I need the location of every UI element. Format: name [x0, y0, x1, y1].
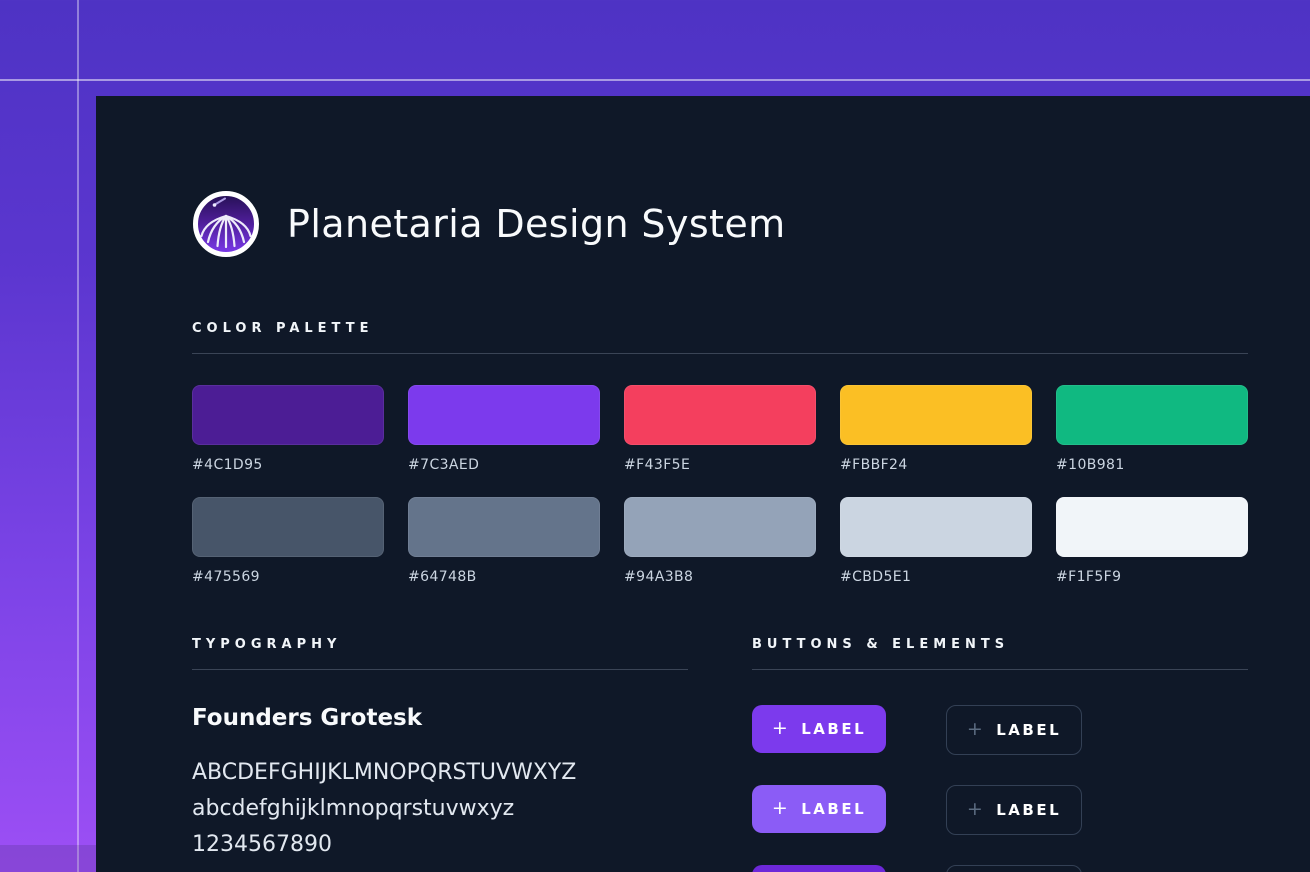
- button-label: LABEL: [996, 721, 1061, 739]
- color-palette-heading: COLOR PALETTE: [192, 321, 1248, 336]
- swatch-grid: #4C1D95 #7C3AED #F43F5E #FBBF24 #10B981 #4755…: [192, 385, 1248, 585]
- filled-label-button[interactable]: + LABEL: [752, 785, 886, 833]
- color-swatch-cell: #10B981: [1056, 385, 1248, 473]
- color-swatch-hex-label: #F43F5E: [624, 457, 816, 473]
- color-swatch[interactable]: [840, 385, 1032, 445]
- palette-divider: [192, 353, 1248, 354]
- plus-icon: +: [772, 719, 790, 738]
- color-swatch-cell: #475569: [192, 497, 384, 585]
- brand-header: Planetaria Design System: [192, 190, 1248, 258]
- color-swatch-hex-label: #4C1D95: [192, 457, 384, 473]
- color-swatch[interactable]: [624, 385, 816, 445]
- filled-label-button[interactable]: +LABEL: [752, 865, 886, 872]
- color-swatch-cell: #F1F5F9: [1056, 497, 1248, 585]
- button-label: LABEL: [801, 800, 866, 818]
- color-swatch-cell: #64748B: [408, 497, 600, 585]
- specimen-uppercase: ABCDEFGHIJKLMNOPQRSTUVWXYZ: [192, 755, 752, 791]
- typography-heading: TYPOGRAPHY: [192, 637, 752, 652]
- design-system-panel: Planetaria Design System COLOR PALETTE #…: [96, 96, 1310, 872]
- specimen-digits: 1234567890: [192, 827, 752, 863]
- page-title: Planetaria Design System: [287, 202, 786, 246]
- buttons-heading: BUTTONS & ELEMENTS: [752, 637, 1248, 652]
- color-swatch[interactable]: [192, 385, 384, 445]
- buttons-divider: [752, 669, 1248, 670]
- color-swatch-hex-label: #7C3AED: [408, 457, 600, 473]
- planetaria-logo-icon: [192, 190, 260, 258]
- color-swatch[interactable]: [408, 385, 600, 445]
- color-swatch[interactable]: [408, 497, 600, 557]
- color-swatch[interactable]: [1056, 385, 1248, 445]
- color-swatch-cell: #4C1D95: [192, 385, 384, 473]
- color-swatch-hex-label: #FBBF24: [840, 457, 1032, 473]
- outline-label-button[interactable]: + LABEL: [946, 705, 1082, 755]
- color-swatch-cell: #CBD5E1: [840, 497, 1032, 585]
- color-swatch-cell: #94A3B8: [624, 497, 816, 585]
- horizontal-guide-line: [0, 79, 1310, 81]
- backdrop-band: [0, 845, 96, 872]
- color-swatch[interactable]: [624, 497, 816, 557]
- plus-icon: +: [772, 799, 790, 818]
- plus-icon: +: [967, 720, 985, 739]
- color-swatch[interactable]: [1056, 497, 1248, 557]
- plus-icon: +: [967, 800, 985, 819]
- color-swatch-hex-label: #10B981: [1056, 457, 1248, 473]
- outline-label-button[interactable]: +LABEL: [946, 865, 1082, 872]
- color-swatch-cell: #F43F5E: [624, 385, 816, 473]
- color-swatch-hex-label: #CBD5E1: [840, 569, 1032, 585]
- color-swatch[interactable]: [840, 497, 1032, 557]
- outline-label-button[interactable]: + LABEL: [946, 785, 1082, 835]
- button-label: LABEL: [996, 801, 1061, 819]
- typography-divider: [192, 669, 688, 670]
- color-swatch-hex-label: #F1F5F9: [1056, 569, 1248, 585]
- font-name: Founders Grotesk: [192, 705, 752, 731]
- buttons-section: BUTTONS & ELEMENTS + LABEL + LABEL + LABEL + LA…: [752, 637, 1248, 872]
- color-swatch-hex-label: #94A3B8: [624, 569, 816, 585]
- vertical-guide-line: [77, 0, 79, 872]
- button-label: LABEL: [801, 720, 866, 738]
- button-grid: +LABEL+LABEL+LABEL+LABEL+LABEL+LABEL: [752, 705, 1248, 872]
- color-swatch-hex-label: #475569: [192, 569, 384, 585]
- typography-section: TYPOGRAPHY Founders Grotesk ABCDEFGHIJKL…: [192, 637, 752, 872]
- color-swatch-cell: #FBBF24: [840, 385, 1032, 473]
- color-swatch[interactable]: [192, 497, 384, 557]
- filled-label-button[interactable]: + LABEL: [752, 705, 886, 753]
- color-swatch-cell: #7C3AED: [408, 385, 600, 473]
- color-swatch-hex-label: #64748B: [408, 569, 600, 585]
- specimen-lowercase: abcdefghijklmnopqrstuvwxyz: [192, 791, 752, 827]
